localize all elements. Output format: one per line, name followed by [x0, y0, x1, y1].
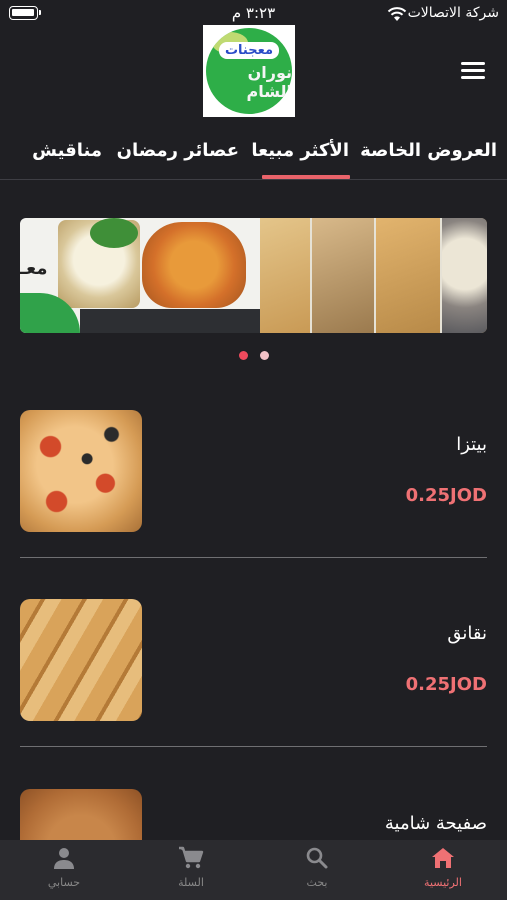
logo-emblem: معجنات نوران الشام [206, 28, 292, 114]
product-image [20, 410, 142, 532]
nav-search-label: بحث [306, 876, 328, 889]
product-price: 0.25JOD [405, 674, 487, 695]
carousel-pagination [239, 351, 269, 361]
product-name: بيتزا [456, 434, 487, 455]
product-item[interactable]: نقانق 0.25JOD [20, 599, 487, 749]
product-image [20, 599, 142, 721]
promo-carousel[interactable]: معـ [20, 218, 487, 333]
pastry-photo [312, 218, 376, 333]
tab-best-sellers[interactable]: الأكثر مبيعا [251, 140, 349, 161]
herb-garnish [90, 218, 138, 248]
product-image [20, 789, 142, 840]
pastry-photo [260, 218, 312, 333]
slide-footer [80, 309, 260, 333]
pizza-image [142, 222, 246, 308]
product-price: 0.25JOD [405, 485, 487, 506]
product-item[interactable]: بيتزا 0.25JOD [20, 410, 487, 560]
nav-cart-label: السلة [178, 876, 204, 889]
slide-caption: معـ [20, 258, 48, 279]
list-divider [20, 557, 487, 558]
nav-home-label: الرئيسية [424, 876, 462, 889]
tab-special-offers[interactable]: العروض الخاصة [360, 140, 497, 161]
nav-search[interactable]: بحث [277, 846, 357, 889]
hamburger-menu-icon[interactable] [461, 62, 485, 80]
nav-account-label: حسابي [47, 876, 81, 889]
carrier-name: شركة الاتصالات [407, 5, 499, 21]
carousel-slide-2[interactable] [260, 218, 487, 333]
carousel-dot-active[interactable] [239, 351, 248, 360]
nav-cart[interactable]: السلة [151, 846, 231, 889]
search-icon [306, 847, 328, 869]
product-name: صفيحة شامية [384, 813, 487, 834]
list-divider [20, 746, 487, 747]
logo-text-main: نوران الشام [246, 62, 292, 101]
carousel-slide-1[interactable]: معـ [20, 218, 260, 333]
logo-text-top: معجنات [218, 41, 279, 59]
tab-ramadan-juices[interactable]: عصائر رمضان [117, 140, 239, 161]
category-tabs: العروض الخاصة الأكثر مبيعا عصائر رمضان م… [0, 138, 507, 180]
wifi-icon [387, 7, 407, 21]
pastry-photo [442, 218, 487, 333]
pastry-photo [376, 218, 442, 333]
store-logo: معجنات نوران الشام [203, 25, 295, 117]
nav-account[interactable]: حسابي [24, 846, 104, 889]
status-bar: ٣:٢٣ م شركة الاتصالات [0, 0, 507, 28]
product-item[interactable]: صفيحة شامية [20, 789, 487, 840]
carousel-dot[interactable] [260, 351, 269, 360]
bottom-navigation: الرئيسية بحث السلة حسابي [0, 840, 507, 900]
account-icon [54, 848, 74, 869]
product-name: نقانق [447, 623, 487, 644]
tab-manakish[interactable]: مناقيش [32, 140, 102, 161]
nav-home[interactable]: الرئيسية [403, 846, 483, 889]
active-tab-indicator [262, 175, 350, 179]
home-icon [432, 848, 454, 868]
cart-icon [179, 846, 204, 869]
